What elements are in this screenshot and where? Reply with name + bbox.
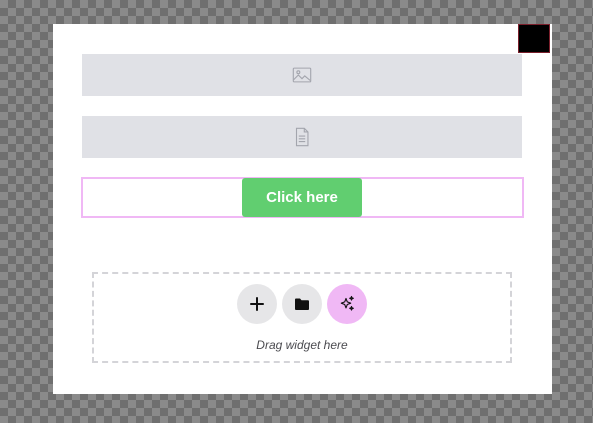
add-template-button[interactable] [282, 284, 322, 324]
click-here-button[interactable]: Click here [242, 178, 362, 217]
document-icon [295, 127, 309, 147]
text-placeholder[interactable] [82, 116, 522, 158]
folder-icon [295, 298, 309, 310]
image-placeholder[interactable] [82, 54, 522, 96]
drop-zone-actions [237, 284, 367, 324]
add-widget-button[interactable] [237, 284, 277, 324]
drag-widget-hint: Drag widget here [256, 338, 348, 352]
ai-assistant-button[interactable] [327, 284, 367, 324]
ai-sparkle-icon [340, 295, 354, 311]
plus-icon [250, 297, 264, 311]
close-icon[interactable] [518, 24, 550, 53]
image-icon [292, 67, 312, 83]
transparent-canvas: Click here Drag widget here [0, 0, 593, 423]
